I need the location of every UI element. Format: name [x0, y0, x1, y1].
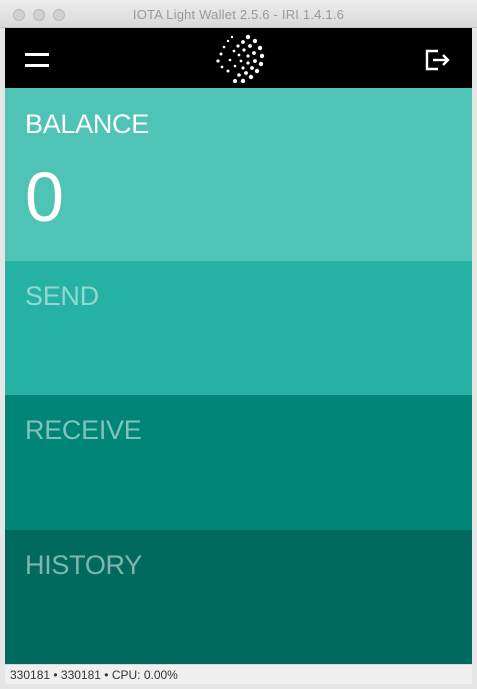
history-panel[interactable]: HISTORY — [5, 530, 472, 664]
window-title: IOTA Light Wallet 2.5.6 - IRI 1.4.1.6 — [132, 7, 345, 22]
app-header — [5, 28, 472, 88]
balance-panel: BALANCE 0 — [5, 88, 472, 261]
menu-line — [25, 53, 49, 56]
iota-logo-icon — [216, 34, 265, 84]
title-bar[interactable]: IOTA Light Wallet 2.5.6 - IRI 1.4.1.6 — [0, 0, 477, 28]
balance-label: BALANCE — [25, 109, 149, 139]
hamburger-menu-icon[interactable] — [25, 48, 49, 68]
send-label: SEND — [25, 281, 99, 311]
balance-amount: 0 — [25, 158, 64, 236]
receive-panel[interactable]: RECEIVE — [5, 395, 472, 530]
receive-label: RECEIVE — [25, 415, 142, 445]
logout-icon[interactable] — [424, 48, 452, 72]
wallet-content: BALANCE 0 SEND RECEIVE HISTORY — [5, 28, 472, 664]
app-window: IOTA Light Wallet 2.5.6 - IRI 1.4.1.6 BA… — [0, 0, 477, 689]
status-text: 330181 • 330181 • CPU: 0.00% — [10, 668, 178, 682]
menu-line — [25, 64, 49, 67]
history-label: HISTORY — [25, 550, 142, 580]
status-bar: 330181 • 330181 • CPU: 0.00% — [5, 664, 472, 684]
send-panel[interactable]: SEND — [5, 261, 472, 395]
